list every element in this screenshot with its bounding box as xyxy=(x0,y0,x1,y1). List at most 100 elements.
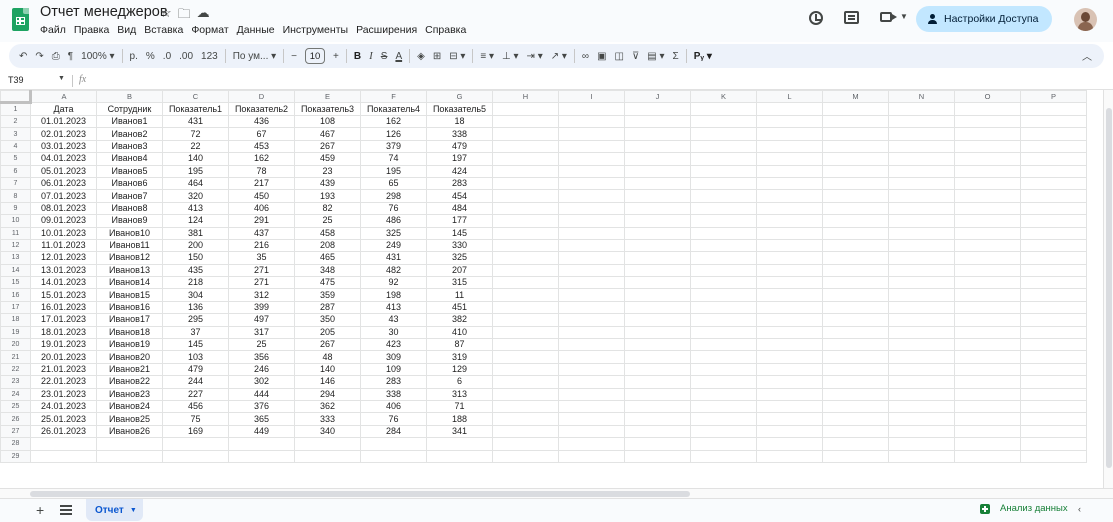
cell[interactable]: Показатель3 xyxy=(294,102,361,116)
cell[interactable] xyxy=(690,114,757,129)
cell[interactable]: 479 xyxy=(426,139,493,154)
cell[interactable] xyxy=(954,350,1021,364)
cell[interactable]: Иванов4 xyxy=(96,152,163,166)
cell[interactable] xyxy=(822,201,889,216)
cell[interactable]: 439 xyxy=(294,176,361,191)
cell[interactable] xyxy=(1020,164,1087,178)
cell[interactable] xyxy=(954,300,1021,315)
cell[interactable] xyxy=(954,375,1021,389)
cell[interactable] xyxy=(954,114,1021,129)
cell[interactable]: 218 xyxy=(162,276,229,290)
cell[interactable] xyxy=(888,164,955,178)
cell[interactable] xyxy=(360,437,427,451)
cell[interactable]: 197 xyxy=(426,152,493,166)
cell[interactable] xyxy=(756,251,823,265)
cell[interactable]: 72 xyxy=(162,127,229,141)
row-header[interactable]: 16 xyxy=(0,288,31,302)
cell[interactable] xyxy=(756,424,823,439)
cell[interactable] xyxy=(888,251,955,265)
cell[interactable] xyxy=(558,164,625,178)
cell[interactable] xyxy=(492,189,559,203)
cell[interactable] xyxy=(492,127,559,141)
font-size-field[interactable]: 10 xyxy=(301,44,329,68)
row-header[interactable]: 10 xyxy=(0,214,31,228)
cell[interactable] xyxy=(888,238,955,253)
cell[interactable]: 399 xyxy=(228,300,295,315)
cell[interactable]: 02.01.2023 xyxy=(30,127,97,141)
row-header[interactable]: 17 xyxy=(0,300,31,315)
cell[interactable] xyxy=(30,449,97,463)
cell[interactable] xyxy=(1020,412,1087,426)
cell[interactable] xyxy=(360,449,427,463)
share-button[interactable]: Настройки Доступа xyxy=(916,6,1052,32)
cell[interactable]: 267 xyxy=(294,338,361,352)
spreadsheet-grid[interactable]: ABCDEFGHIJKLMNOP 1 Дата Сотрудник Показател… xyxy=(0,90,1113,488)
cell[interactable] xyxy=(690,127,757,141)
cell[interactable] xyxy=(888,176,955,191)
column-header[interactable]: D xyxy=(228,90,295,103)
cell[interactable]: 6 xyxy=(426,375,493,389)
cell[interactable]: 497 xyxy=(228,313,295,327)
menu-view[interactable]: Вид xyxy=(113,24,140,36)
cell[interactable] xyxy=(624,127,691,141)
row-header[interactable]: 13 xyxy=(0,251,31,265)
cell[interactable] xyxy=(1020,288,1087,302)
cell[interactable] xyxy=(822,102,889,116)
cell[interactable] xyxy=(1020,263,1087,278)
cell[interactable] xyxy=(624,313,691,327)
cell[interactable]: 482 xyxy=(360,263,427,278)
cell[interactable] xyxy=(558,263,625,278)
cell[interactable] xyxy=(492,412,559,426)
cell[interactable] xyxy=(558,226,625,240)
cell[interactable] xyxy=(1020,387,1087,402)
cell[interactable] xyxy=(624,139,691,154)
cell[interactable]: Показатель5 xyxy=(426,102,493,116)
cell[interactable] xyxy=(888,214,955,228)
functions-button[interactable]: Σ xyxy=(669,44,683,68)
cell[interactable] xyxy=(492,152,559,166)
row-header[interactable]: 18 xyxy=(0,313,31,327)
meet-icon[interactable] xyxy=(880,12,897,22)
explore-button[interactable]: Анализ данных xyxy=(980,503,1068,514)
cell[interactable]: 338 xyxy=(360,387,427,402)
cell[interactable] xyxy=(96,449,163,463)
column-header[interactable]: C xyxy=(162,90,229,103)
cell[interactable]: 19.01.2023 xyxy=(30,338,97,352)
cell[interactable]: Показатель1 xyxy=(162,102,229,116)
cell[interactable]: 136 xyxy=(162,300,229,315)
cell[interactable] xyxy=(954,412,1021,426)
cell[interactable] xyxy=(756,176,823,191)
cell[interactable] xyxy=(822,189,889,203)
increase-decimal-button[interactable]: .00 xyxy=(175,44,197,68)
cell[interactable] xyxy=(822,152,889,166)
cell[interactable]: 313 xyxy=(426,387,493,402)
cell[interactable] xyxy=(954,214,1021,228)
cell[interactable] xyxy=(558,139,625,154)
cell[interactable] xyxy=(822,214,889,228)
cell[interactable] xyxy=(822,114,889,129)
cell[interactable] xyxy=(96,437,163,451)
cell[interactable]: Иванов17 xyxy=(96,313,163,327)
cell[interactable] xyxy=(822,238,889,253)
cell[interactable] xyxy=(558,214,625,228)
cell[interactable]: Иванов16 xyxy=(96,300,163,315)
horizontal-align-icon[interactable]: ≡ ▾ xyxy=(476,44,498,68)
cell[interactable] xyxy=(492,399,559,414)
cell[interactable] xyxy=(624,164,691,178)
cell[interactable] xyxy=(558,424,625,439)
filter-icon[interactable]: ⊽ xyxy=(628,44,643,68)
cell[interactable]: 435 xyxy=(162,263,229,278)
cell[interactable] xyxy=(822,424,889,439)
cell[interactable]: 431 xyxy=(162,114,229,129)
cell[interactable] xyxy=(954,238,1021,253)
column-header[interactable]: P xyxy=(1020,90,1087,103)
cell[interactable] xyxy=(624,437,691,451)
cell[interactable] xyxy=(492,176,559,191)
cell[interactable] xyxy=(1020,313,1087,327)
cell[interactable] xyxy=(558,114,625,129)
cell[interactable]: 294 xyxy=(294,387,361,402)
cell[interactable] xyxy=(822,127,889,141)
input-tools-button[interactable]: Pᵧ ▾ xyxy=(690,44,716,68)
row-header[interactable]: 12 xyxy=(0,238,31,253)
cell[interactable]: 24.01.2023 xyxy=(30,399,97,414)
